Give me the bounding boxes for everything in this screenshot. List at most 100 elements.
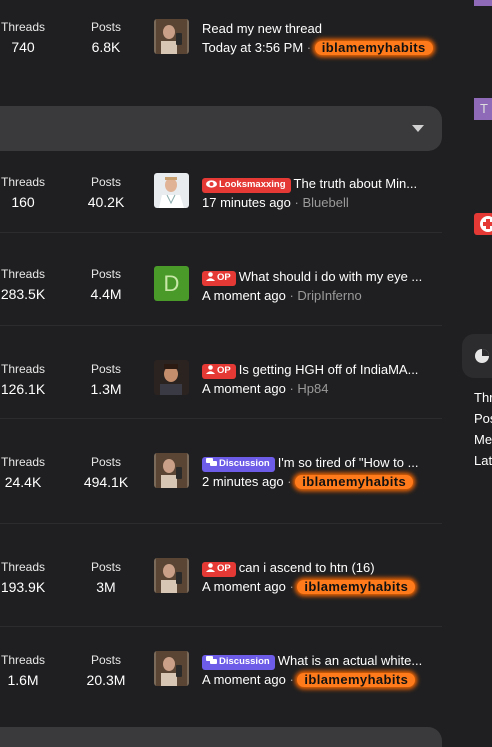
thread-time[interactable]: A moment ago (202, 579, 286, 594)
threads-stat: Threads 160 (0, 175, 46, 211)
threads-count: 24.4K (4, 474, 42, 490)
posts-label: Posts (90, 175, 121, 189)
latest-thread: Looksmaxxing The truth about Min... 17 mi… (202, 175, 434, 212)
thread-user[interactable]: iblamemyhabits (297, 673, 416, 687)
avatar-letter: D (163, 271, 180, 296)
forum-row[interactable]: Threads 126.1K Posts 1.3M OP Is getting H… (0, 326, 442, 418)
threads-label: Threads (0, 560, 46, 574)
forum-list: Threads 740 Posts 6.8K Read my new threa… (0, 0, 442, 747)
badge-label: Discussion (219, 656, 270, 667)
thread-title[interactable]: OP Is getting HGH off of IndiaMA... (202, 361, 434, 379)
forum-row[interactable]: Threads 1.6M Posts 20.3M Discussion What … (0, 627, 442, 725)
thread-title[interactable]: Looksmaxxing The truth about Min... (202, 175, 434, 193)
threads-count: 160 (11, 194, 35, 210)
thread-title-text[interactable]: The truth about Min... (294, 176, 418, 191)
thread-title-text[interactable]: I'm so tired of "How to ... (278, 455, 419, 470)
prefix-badge[interactable]: OP (202, 364, 236, 379)
posts-label: Posts (90, 653, 121, 667)
thread-title-text[interactable]: Is getting HGH off of IndiaMA... (239, 362, 419, 377)
posts-stat: Posts 1.3M (80, 362, 132, 398)
latest-thread: Discussion What is an actual white... A m… (202, 652, 434, 689)
thread-title-text[interactable]: What should i do with my eye ... (239, 269, 423, 284)
avatar[interactable]: D (154, 266, 189, 301)
thread-user[interactable]: iblamemyhabits (295, 475, 414, 489)
category-header[interactable] (0, 727, 442, 747)
posts-label: Posts (90, 267, 121, 281)
thread-user[interactable]: iblamemyhabits (297, 580, 416, 594)
avatar[interactable] (154, 19, 189, 54)
posts-stat: Posts 20.3M (80, 653, 132, 689)
thread-title[interactable]: Discussion I'm so tired of "How to ... (202, 454, 434, 472)
thread-title-text[interactable]: What is an actual white... (278, 653, 423, 668)
user-icon (206, 563, 215, 572)
badge-label: OP (217, 365, 231, 376)
threads-label: Threads (0, 362, 46, 376)
thread-time[interactable]: A moment ago (202, 672, 286, 687)
thread-user[interactable]: Bluebell (302, 195, 348, 210)
thread-time[interactable]: 2 minutes ago (202, 474, 284, 489)
posts-stat: Posts 6.8K (80, 20, 132, 56)
thread-title[interactable]: Read my new thread (202, 20, 434, 38)
thread-time[interactable]: Today at 3:56 PM (202, 40, 303, 55)
prefix-badge[interactable]: OP (202, 271, 236, 286)
latest-thread: Read my new thread Today at 3:56 PM · ib… (202, 20, 434, 57)
thread-title-text[interactable]: Read my new thread (202, 21, 322, 36)
threads-stat: Threads 193.9K (0, 560, 46, 596)
threads-stat: Threads 24.4K (0, 455, 46, 491)
thread-title[interactable]: Discussion What is an actual white... (202, 652, 434, 670)
threads-label: Threads (0, 267, 46, 281)
thread-title[interactable]: OP can i ascend to htn (16) (202, 559, 434, 577)
threads-label: Threads (0, 653, 46, 667)
posts-count: 40.2K (87, 194, 125, 210)
prefix-badge[interactable]: OP (202, 562, 236, 577)
threads-label: Threads (0, 175, 46, 189)
avatar[interactable] (154, 558, 189, 593)
plus-icon[interactable] (474, 213, 492, 235)
thread-title-text[interactable]: can i ascend to htn (16) (239, 560, 375, 575)
thread-user[interactable]: Hp84 (297, 381, 328, 396)
chevron-down-icon[interactable] (412, 125, 424, 133)
thread-user[interactable]: iblamemyhabits (314, 41, 433, 55)
thread-time[interactable]: A moment ago (202, 381, 286, 396)
sidebar-tag[interactable] (474, 0, 492, 6)
badge-label: OP (217, 272, 231, 283)
category-header[interactable] (0, 106, 442, 151)
posts-label: Posts (90, 20, 121, 34)
thread-user[interactable]: DripInferno (297, 288, 361, 303)
posts-stat: Posts 3M (80, 560, 132, 596)
forum-row[interactable]: Threads 283.5K Posts 4.4M D OP What shoul… (0, 233, 442, 325)
eye-icon (206, 180, 217, 188)
avatar[interactable] (154, 453, 189, 488)
forum-row[interactable]: Threads 193.9K Posts 3M OP can i ascend t… (0, 524, 442, 626)
avatar[interactable] (154, 360, 189, 395)
sidebar-tag[interactable]: T (474, 98, 492, 120)
prefix-badge[interactable]: Looksmaxxing (202, 178, 291, 193)
posts-label: Posts (90, 455, 121, 469)
latest-thread: OP Is getting HGH off of IndiaMA... A mom… (202, 361, 434, 398)
avatar[interactable] (154, 173, 189, 208)
badge-label: Looksmaxxing (219, 179, 286, 190)
prefix-badge[interactable]: Discussion (202, 457, 275, 472)
avatar[interactable] (154, 651, 189, 686)
threads-count: 193.9K (0, 579, 46, 595)
forum-row[interactable]: Threads 740 Posts 6.8K Read my new threa… (0, 0, 442, 70)
forum-row[interactable]: Threads 160 Posts 40.2K Looksmaxxing The … (0, 160, 442, 232)
threads-stat: Threads 283.5K (0, 267, 46, 303)
thread-time[interactable]: A moment ago (202, 288, 286, 303)
forum-row[interactable]: Threads 24.4K Posts 494.1K Discussion I'm… (0, 419, 442, 523)
threads-stat: Threads 126.1K (0, 362, 46, 398)
thread-time[interactable]: 17 minutes ago (202, 195, 291, 210)
posts-stat: Posts 494.1K (80, 455, 132, 491)
posts-count: 494.1K (83, 474, 129, 490)
thread-title[interactable]: OP What should i do with my eye ... (202, 268, 434, 286)
posts-label: Posts (90, 362, 121, 376)
threads-count: 126.1K (0, 381, 46, 397)
sidebar: T Thr Pos Me Lat (462, 0, 492, 735)
sidebar-stat-threads: Thr (474, 390, 492, 405)
threads-stat: Threads 740 (0, 20, 46, 56)
threads-label: Threads (0, 455, 46, 469)
posts-count: 20.3M (86, 672, 126, 688)
prefix-badge[interactable]: Discussion (202, 655, 275, 670)
posts-stat: Posts 4.4M (80, 267, 132, 303)
latest-thread: Discussion I'm so tired of "How to ... 2 … (202, 454, 434, 491)
